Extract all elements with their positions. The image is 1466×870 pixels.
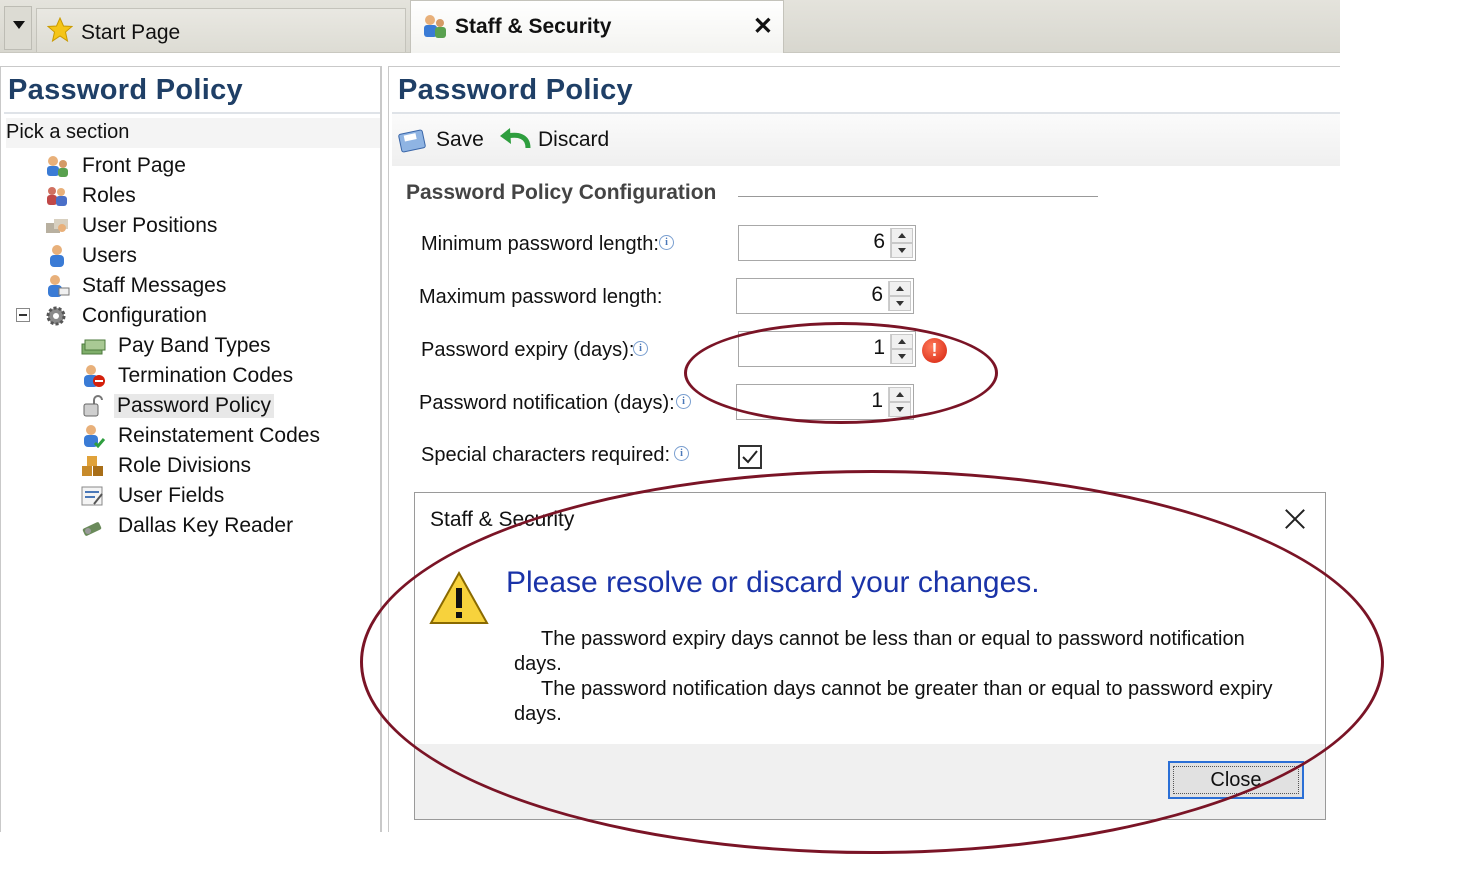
increment-button[interactable] <box>889 281 911 296</box>
tab-staff-security[interactable]: Staff & Security ✕ <box>410 0 784 53</box>
tree-item-label: Roles <box>82 184 136 207</box>
save-icon <box>398 129 426 153</box>
tree-item-label: Users <box>82 244 137 267</box>
tree-item-label: Staff Messages <box>82 274 227 297</box>
max-length-label: Maximum password length: <box>419 286 663 308</box>
increment-button[interactable] <box>891 228 913 243</box>
error-icon[interactable]: ! <box>922 338 947 363</box>
info-icon[interactable]: i <box>676 394 691 409</box>
dialog-message: days. <box>514 653 562 675</box>
dialog-message: The password notification days cannot be… <box>541 678 1273 700</box>
tree-item-label: Front Page <box>82 154 186 177</box>
star-icon <box>47 17 73 43</box>
notification-stepper[interactable]: 1 <box>736 384 914 420</box>
key-reader-icon <box>82 522 102 536</box>
close-button[interactable]: Close <box>1168 761 1304 799</box>
decrement-button[interactable] <box>891 349 913 364</box>
staff-security-icon <box>424 15 446 38</box>
increment-button[interactable] <box>891 334 913 349</box>
tree-item-label: Password Policy <box>114 394 275 418</box>
expiry-label: Password expiry (days): <box>421 339 635 361</box>
info-icon[interactable]: i <box>659 235 674 250</box>
front-page-icon <box>47 156 68 177</box>
collapse-toggle[interactable] <box>16 308 30 322</box>
tree-item-label: Role Divisions <box>118 454 252 477</box>
reinstatement-icon <box>84 425 106 448</box>
undo-icon <box>500 128 531 149</box>
toolbar: Save Discard <box>392 114 1340 166</box>
special-chars-label: Special characters required: <box>421 444 671 466</box>
stepper-value: 1 <box>873 336 885 359</box>
save-label: Save <box>436 128 484 151</box>
pick-section-header: Pick a section <box>6 118 380 148</box>
warning-icon <box>429 570 489 624</box>
stepper-value: 6 <box>873 230 885 253</box>
lock-icon <box>83 395 103 417</box>
info-icon[interactable]: i <box>674 446 689 461</box>
expiry-stepper[interactable]: 1 <box>738 331 916 367</box>
gear-icon <box>46 306 66 326</box>
tree-item-label: User Positions <box>82 214 218 237</box>
panel-title: Password Policy <box>8 74 243 106</box>
tree-item-label: User Fields <box>118 484 225 507</box>
tree-item-label: Dallas Key Reader <box>118 514 294 537</box>
close-icon[interactable] <box>1282 506 1308 532</box>
min-length-stepper[interactable]: 6 <box>738 225 916 261</box>
close-icon[interactable]: ✕ <box>753 15 773 39</box>
special-chars-checkbox[interactable] <box>738 445 762 469</box>
tab-label: Start Page <box>81 21 181 44</box>
section-navigator-panel <box>0 66 382 832</box>
tree-item-label: Reinstatement Codes <box>118 424 320 447</box>
role-divisions-icon <box>82 456 103 476</box>
stepper-value: 1 <box>871 389 883 412</box>
save-button[interactable]: Save <box>398 124 488 156</box>
tab-start-page[interactable]: Start Page <box>36 8 406 52</box>
pay-band-icon <box>81 339 106 355</box>
tree-item-label: Termination Codes <box>118 364 294 387</box>
info-icon[interactable]: i <box>633 341 648 356</box>
max-length-stepper[interactable]: 6 <box>736 278 914 314</box>
checkmark-icon <box>742 450 758 464</box>
tree-item-label: Pay Band Types <box>118 334 271 357</box>
decrement-button[interactable] <box>889 296 911 311</box>
discard-label: Discard <box>538 128 610 151</box>
dialog-heading: Please resolve or discard your changes. <box>506 566 1040 599</box>
stepper-value: 6 <box>871 283 883 306</box>
pick-section-label: Pick a section <box>6 121 130 143</box>
dialog-message: The password expiry days cannot be less … <box>541 628 1245 650</box>
decrement-button[interactable] <box>889 402 911 417</box>
page-title: Password Policy <box>398 74 633 106</box>
users-icon <box>50 245 64 267</box>
tree-item-label: Configuration <box>82 304 207 327</box>
section-divider <box>738 196 1098 197</box>
min-length-label: Minimum password length: <box>421 233 659 255</box>
chevron-down-icon <box>13 21 25 29</box>
user-fields-icon <box>81 486 103 506</box>
roles-icon <box>47 187 67 206</box>
minus-icon <box>19 314 27 316</box>
section-header: Password Policy Configuration <box>406 181 717 204</box>
discard-button[interactable]: Discard <box>498 124 618 156</box>
tab-label: Staff & Security <box>455 15 612 38</box>
dialog-title: Staff & Security <box>430 508 575 531</box>
user-positions-icon <box>46 219 68 233</box>
staff-messages-icon <box>48 275 70 297</box>
dialog-message: days. <box>514 703 562 725</box>
divider <box>4 112 380 114</box>
notification-label: Password notification (days): <box>419 392 675 414</box>
increment-button[interactable] <box>889 387 911 402</box>
tab-list-dropdown[interactable] <box>4 6 32 50</box>
termination-icon <box>84 365 105 387</box>
decrement-button[interactable] <box>891 243 913 258</box>
